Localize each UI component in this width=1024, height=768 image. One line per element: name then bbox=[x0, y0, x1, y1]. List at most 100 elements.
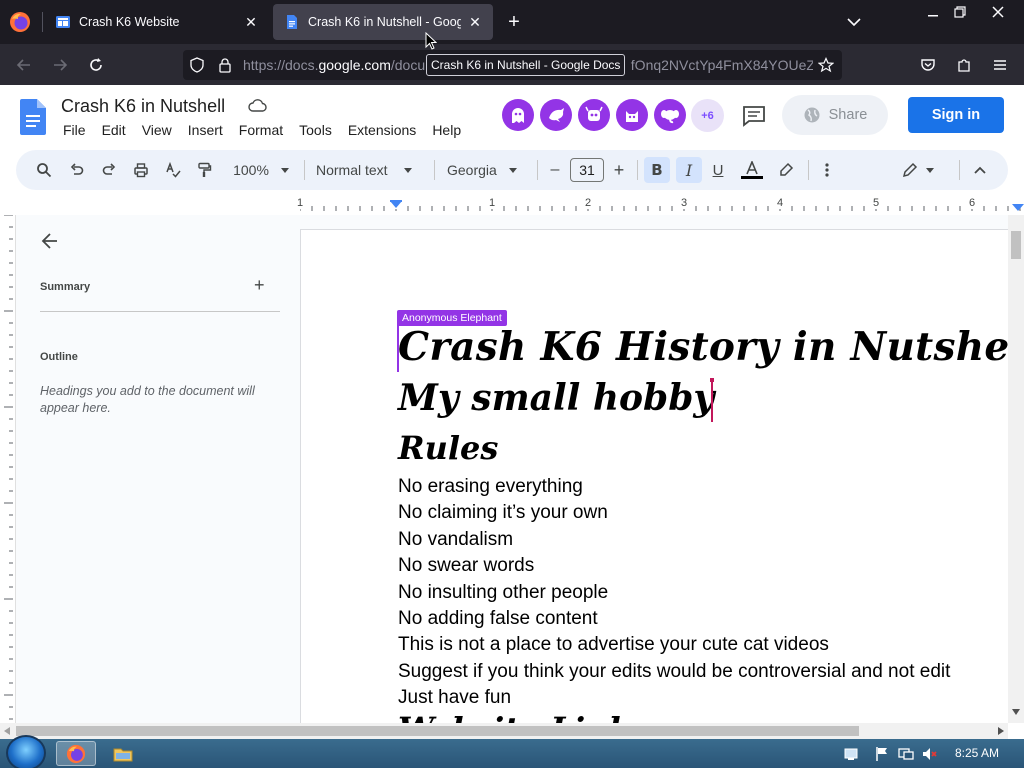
globe-icon bbox=[804, 107, 820, 123]
highlight-color-icon[interactable] bbox=[776, 160, 796, 180]
heading-website-links[interactable]: Website Links bbox=[398, 710, 649, 723]
editing-mode-select[interactable] bbox=[898, 160, 938, 180]
lock-icon[interactable] bbox=[217, 57, 233, 73]
menu-insert[interactable]: Insert bbox=[188, 122, 223, 138]
reload-icon[interactable] bbox=[86, 55, 106, 75]
list-all-tabs-icon[interactable] bbox=[844, 13, 864, 31]
italic-button[interactable]: I bbox=[676, 157, 702, 183]
browser-tab-website[interactable]: Crash K6 Website ✕ bbox=[44, 4, 269, 40]
bookmark-star-icon[interactable] bbox=[818, 57, 834, 73]
close-tab-icon[interactable]: ✕ bbox=[243, 14, 259, 30]
back-arrow-icon[interactable] bbox=[40, 231, 60, 251]
volume-muted-icon[interactable] bbox=[921, 746, 937, 762]
hamburger-menu-icon[interactable] bbox=[990, 55, 1010, 75]
menu-edit[interactable]: Edit bbox=[102, 122, 126, 138]
folder-icon bbox=[113, 748, 133, 761]
hide-menus-chevron-up-icon[interactable] bbox=[970, 160, 990, 180]
taskbar-firefox[interactable] bbox=[56, 741, 96, 766]
start-button[interactable] bbox=[6, 735, 46, 768]
vertical-scrollbar[interactable] bbox=[1008, 215, 1024, 723]
rule-line[interactable]: Suggest if you think your edits would be… bbox=[398, 659, 950, 685]
comment-history-icon[interactable] bbox=[741, 104, 767, 128]
browser-tab-docs[interactable]: Crash K6 in Nutshell - Google Docs ✕ bbox=[273, 4, 493, 40]
document-canvas: Anonymous Elephant Crash K6 History in N… bbox=[300, 215, 1008, 723]
collaborator-avatar-ghost-icon[interactable] bbox=[502, 99, 534, 131]
document-title[interactable]: Crash K6 in Nutshell bbox=[61, 96, 225, 117]
bold-button[interactable]: B bbox=[644, 157, 670, 183]
rule-line[interactable]: No adding false content bbox=[398, 606, 950, 632]
text-color-button[interactable] bbox=[740, 160, 764, 180]
horizontal-scrollbar-thumb[interactable] bbox=[16, 726, 859, 736]
underline-button[interactable]: U bbox=[708, 160, 728, 180]
heading-rules[interactable]: Rules bbox=[398, 429, 498, 467]
sign-in-button[interactable]: Sign in bbox=[908, 97, 1004, 133]
print-icon[interactable] bbox=[131, 160, 151, 180]
font-size-input[interactable]: 31 bbox=[570, 158, 604, 182]
rule-line[interactable]: This is not a place to advertise your cu… bbox=[398, 632, 950, 658]
menu-extensions[interactable]: Extensions bbox=[348, 122, 416, 138]
vertical-scrollbar-thumb[interactable] bbox=[1011, 231, 1021, 259]
taskbar-clock[interactable]: 8:25 AM bbox=[955, 746, 999, 760]
add-summary-button[interactable]: + bbox=[254, 276, 270, 294]
menu-help[interactable]: Help bbox=[432, 122, 461, 138]
vertical-ruler[interactable] bbox=[0, 214, 16, 723]
menu-view[interactable]: View bbox=[142, 122, 172, 138]
restore-window-button[interactable] bbox=[943, 0, 977, 24]
toolbar-divider bbox=[959, 160, 960, 180]
collaborator-avatar-elephant-icon[interactable] bbox=[654, 99, 686, 131]
increase-font-size-button[interactable]: + bbox=[610, 160, 628, 180]
menu-file[interactable]: File bbox=[63, 122, 86, 138]
menu-tools[interactable]: Tools bbox=[299, 122, 332, 138]
menu-format[interactable]: Format bbox=[239, 122, 283, 138]
search-menus-icon[interactable] bbox=[34, 160, 54, 180]
rules-list: No erasing everything No claiming it’s y… bbox=[398, 474, 950, 712]
pocket-icon[interactable] bbox=[918, 55, 938, 75]
rule-line[interactable]: No swear words bbox=[398, 553, 950, 579]
collaborator-avatar-monster-icon[interactable] bbox=[578, 99, 610, 131]
scroll-down-arrow-icon[interactable] bbox=[1012, 709, 1020, 715]
firefox-logo-icon[interactable] bbox=[9, 11, 31, 33]
os-taskbar: 8:25 AM bbox=[0, 735, 1024, 768]
redo-icon[interactable] bbox=[99, 160, 119, 180]
formatting-toolbar: 100% Normal text Georgia – + B I U bbox=[16, 150, 1008, 190]
more-collaborators-badge[interactable]: +6 bbox=[691, 99, 724, 132]
paragraph-style-select[interactable]: Normal text bbox=[316, 160, 418, 180]
undo-icon[interactable] bbox=[67, 160, 87, 180]
collaborator-avatar-dolphin-icon[interactable] bbox=[540, 99, 572, 131]
paint-format-icon[interactable] bbox=[194, 160, 214, 180]
shield-icon[interactable] bbox=[189, 57, 205, 73]
document-page[interactable]: Anonymous Elephant Crash K6 History in N… bbox=[300, 229, 1008, 723]
underline-icon: U bbox=[712, 161, 724, 179]
document-outline-panel: Summary + Outline Headings you add to th… bbox=[16, 215, 300, 723]
rule-line[interactable]: No erasing everything bbox=[398, 474, 950, 500]
action-center-flag-icon[interactable] bbox=[874, 746, 890, 762]
cloud-saved-icon[interactable] bbox=[248, 98, 268, 114]
close-tab-icon[interactable]: ✕ bbox=[467, 14, 483, 30]
rule-line[interactable]: Just have fun bbox=[398, 685, 950, 711]
taskbar-file-explorer[interactable] bbox=[103, 741, 143, 766]
horizontal-scrollbar[interactable] bbox=[0, 723, 1008, 739]
rule-line[interactable]: No claiming it’s your own bbox=[398, 500, 950, 526]
close-window-button[interactable] bbox=[979, 0, 1017, 24]
new-tab-button[interactable]: + bbox=[503, 12, 525, 34]
decrease-font-size-button[interactable]: – bbox=[546, 160, 564, 180]
share-button[interactable]: Share bbox=[782, 95, 888, 135]
font-select[interactable]: Georgia bbox=[447, 160, 525, 180]
scroll-right-arrow-icon[interactable] bbox=[998, 727, 1004, 735]
horizontal-ruler[interactable]: 1 1 2 3 4 5 6 bbox=[297, 197, 1024, 215]
heading-subtitle[interactable]: My small hobby bbox=[398, 377, 714, 419]
scroll-left-arrow-icon[interactable] bbox=[4, 727, 10, 735]
display-tray-icon[interactable] bbox=[898, 746, 914, 762]
back-arrow-icon[interactable] bbox=[14, 55, 34, 75]
google-docs-logo-icon[interactable] bbox=[20, 99, 46, 135]
heading-title[interactable]: Crash K6 History in Nutshell bbox=[398, 324, 1008, 370]
zoom-select[interactable]: 100% bbox=[228, 160, 294, 180]
extensions-icon[interactable] bbox=[954, 55, 974, 75]
rule-line[interactable]: No insulting other people bbox=[398, 580, 950, 606]
collaborator-avatar-cat-icon[interactable] bbox=[616, 99, 648, 131]
network-tray-icon[interactable] bbox=[843, 746, 859, 762]
spellcheck-icon[interactable] bbox=[163, 160, 183, 180]
rule-line[interactable]: No vandalism bbox=[398, 527, 950, 553]
forward-arrow-icon[interactable] bbox=[50, 55, 70, 75]
more-options-icon[interactable] bbox=[817, 160, 837, 180]
